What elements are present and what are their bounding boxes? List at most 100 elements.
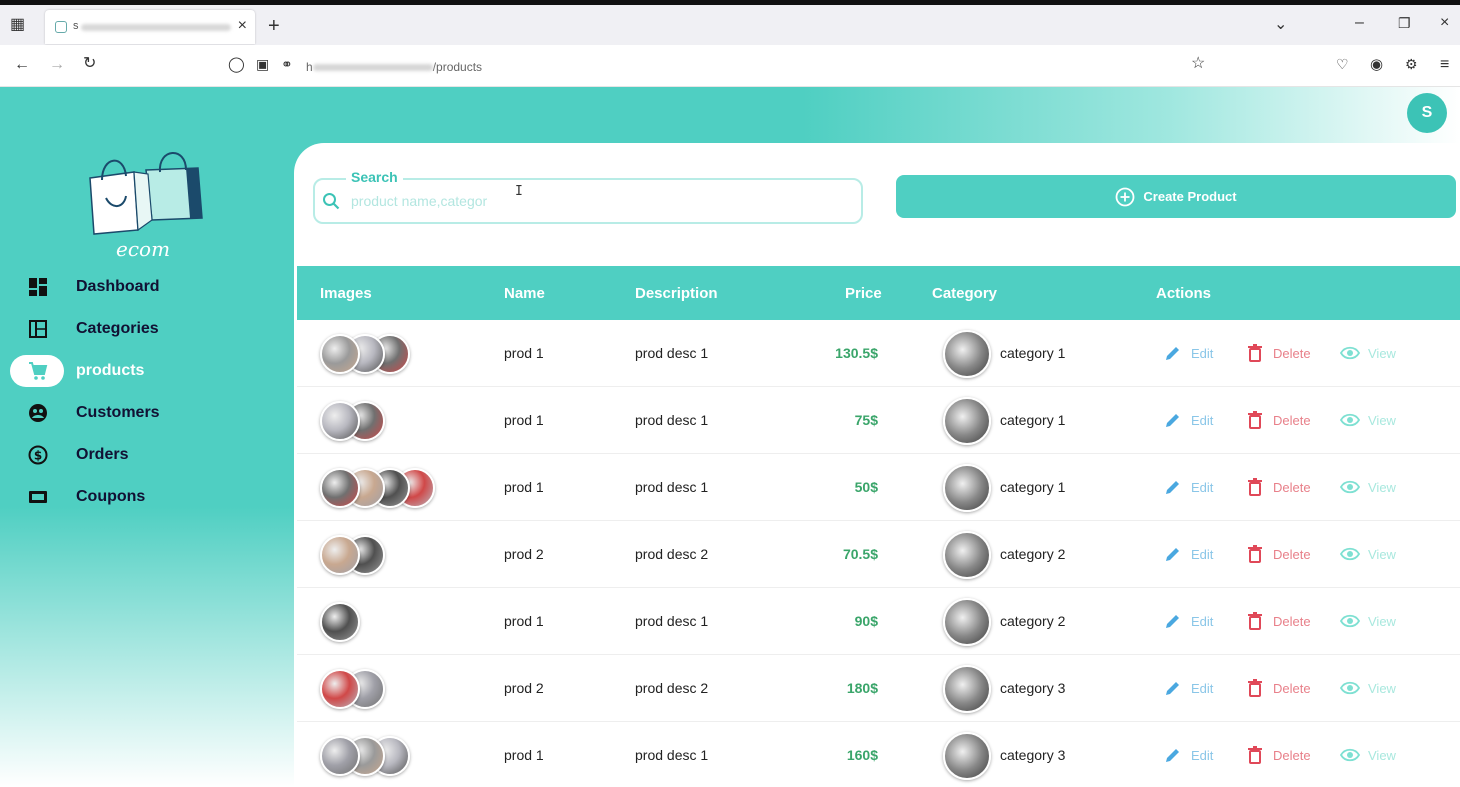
table-row: prod 1 prod desc 1 75$ category 1 Edit Delete… xyxy=(297,387,1460,454)
sidebar-item-categories[interactable]: Categories xyxy=(10,313,270,345)
chevron-down-icon[interactable]: ⌄ xyxy=(1274,17,1287,33)
sidebar-item-label: Customers xyxy=(76,404,160,421)
header-category: Category xyxy=(932,285,998,302)
search-input[interactable] xyxy=(351,190,831,212)
delete-button[interactable]: Delete xyxy=(1245,477,1311,497)
address-bar[interactable]: h/products xyxy=(306,60,482,74)
view-button[interactable]: View xyxy=(1340,477,1396,497)
tab-close-icon[interactable]: × xyxy=(238,17,247,35)
eye-icon xyxy=(1340,480,1360,494)
sidebar-item-orders[interactable]: $ Orders xyxy=(10,439,270,471)
category-image xyxy=(943,397,991,445)
delete-button[interactable]: Delete xyxy=(1245,410,1311,430)
trash-icon xyxy=(1248,746,1262,764)
add-circle-icon xyxy=(1115,187,1135,206)
key-icon[interactable]: ⚭ xyxy=(281,57,293,71)
eye-icon xyxy=(1340,346,1360,360)
delete-button[interactable]: Delete xyxy=(1245,611,1311,631)
view-button[interactable]: View xyxy=(1340,678,1396,698)
sidebar-item-label: Coupons xyxy=(76,488,146,505)
edit-button[interactable]: Edit xyxy=(1163,477,1213,497)
edit-button[interactable]: Edit xyxy=(1163,410,1213,430)
forward-icon[interactable]: → xyxy=(49,57,65,73)
delete-label: Delete xyxy=(1273,680,1311,696)
delete-button[interactable]: Delete xyxy=(1245,343,1311,363)
pocket-icon[interactable]: ♡ xyxy=(1336,57,1349,71)
sidebar-item-products[interactable]: products xyxy=(10,355,270,387)
category-name: category 2 xyxy=(1000,546,1066,562)
delete-label: Delete xyxy=(1273,412,1311,428)
account-icon[interactable]: ◉ xyxy=(1370,57,1383,72)
sidebar-item-dashboard[interactable]: Dashboard xyxy=(10,271,270,303)
back-icon[interactable]: ← xyxy=(14,57,30,73)
pencil-icon xyxy=(1166,682,1179,695)
lock-icon[interactable]: ▣ xyxy=(256,57,269,71)
view-button[interactable]: View xyxy=(1340,343,1396,363)
create-product-label: Create Product xyxy=(1143,189,1237,204)
edit-button[interactable]: Edit xyxy=(1163,544,1213,564)
edit-button[interactable]: Edit xyxy=(1163,745,1213,765)
bookmark-star-icon[interactable]: ☆ xyxy=(1191,56,1205,72)
delete-button[interactable]: Delete xyxy=(1245,678,1311,698)
product-description: prod desc 2 xyxy=(635,546,709,562)
table-row: prod 2 prod desc 2 180$ category 3 Edit Delet… xyxy=(297,655,1460,722)
edit-button[interactable]: Edit xyxy=(1163,678,1213,698)
pencil-icon xyxy=(1166,347,1179,360)
sidebar-item-label: Categories xyxy=(76,320,159,337)
minimize-icon[interactable]: – xyxy=(1355,15,1364,31)
trash-icon xyxy=(1248,545,1262,563)
browser-tab-strip: ▦ s × + ⌄ – ❐ × xyxy=(0,5,1460,45)
edit-button[interactable]: Edit xyxy=(1163,343,1213,363)
sidebar-item-customers[interactable]: Customers xyxy=(10,397,270,429)
delete-label: Delete xyxy=(1273,345,1311,361)
header-description: Description xyxy=(635,285,718,302)
user-avatar[interactable]: S xyxy=(1407,93,1447,133)
category-image xyxy=(943,732,991,780)
delete-button[interactable]: Delete xyxy=(1245,544,1311,564)
create-product-button[interactable]: Create Product xyxy=(896,175,1456,218)
view-button[interactable]: View xyxy=(1340,410,1396,430)
eye-icon xyxy=(1340,681,1360,695)
window-close-icon[interactable]: × xyxy=(1440,15,1449,31)
extensions-icon[interactable]: ⚙ xyxy=(1405,57,1418,71)
product-price: 75$ xyxy=(854,412,878,428)
edit-button[interactable]: Edit xyxy=(1163,611,1213,631)
menu-icon[interactable]: ≡ xyxy=(1440,57,1449,73)
browser-tab[interactable]: s × xyxy=(45,10,255,44)
reload-icon[interactable]: ↻ xyxy=(83,56,96,72)
category-name: category 3 xyxy=(1000,747,1066,763)
trash-icon xyxy=(1248,411,1262,429)
sidebar-item-coupons[interactable]: Coupons xyxy=(10,481,270,513)
view-button[interactable]: View xyxy=(1340,611,1396,631)
new-tab-icon[interactable]: + xyxy=(268,16,280,36)
header-price: Price xyxy=(845,285,882,302)
product-image-thumb xyxy=(320,535,360,575)
trash-icon xyxy=(1248,344,1262,362)
svg-text:$: $ xyxy=(34,449,42,463)
tab-title: s xyxy=(73,20,79,32)
table-row: prod 1 prod desc 1 90$ category 2 Edit Delete… xyxy=(297,588,1460,655)
search-icon xyxy=(323,193,340,210)
tab-list-icon[interactable]: ▦ xyxy=(10,17,25,33)
delete-button[interactable]: Delete xyxy=(1245,745,1311,765)
url-prefix: h xyxy=(306,60,313,74)
brand-name: ecom xyxy=(116,237,171,261)
view-button[interactable]: View xyxy=(1340,745,1396,765)
product-price: 160$ xyxy=(846,747,878,763)
view-button[interactable]: View xyxy=(1340,544,1396,564)
table-row: prod 1 prod desc 1 160$ category 3 Edit Delet… xyxy=(297,722,1460,787)
delete-label: Delete xyxy=(1273,747,1311,763)
header-name: Name xyxy=(504,285,545,302)
category-name: category 2 xyxy=(1000,613,1066,629)
pencil-icon xyxy=(1166,749,1179,762)
product-description: prod desc 2 xyxy=(635,680,709,696)
restore-icon[interactable]: ❐ xyxy=(1398,16,1411,30)
product-description: prod desc 1 xyxy=(635,747,709,763)
product-description: prod desc 1 xyxy=(635,613,709,629)
product-price: 180$ xyxy=(846,680,878,696)
product-description: prod desc 1 xyxy=(635,479,709,495)
edit-label: Edit xyxy=(1191,747,1214,763)
product-name: prod 1 xyxy=(504,345,544,361)
shield-icon[interactable]: ◯ xyxy=(228,57,245,72)
product-image-thumb xyxy=(320,401,360,441)
